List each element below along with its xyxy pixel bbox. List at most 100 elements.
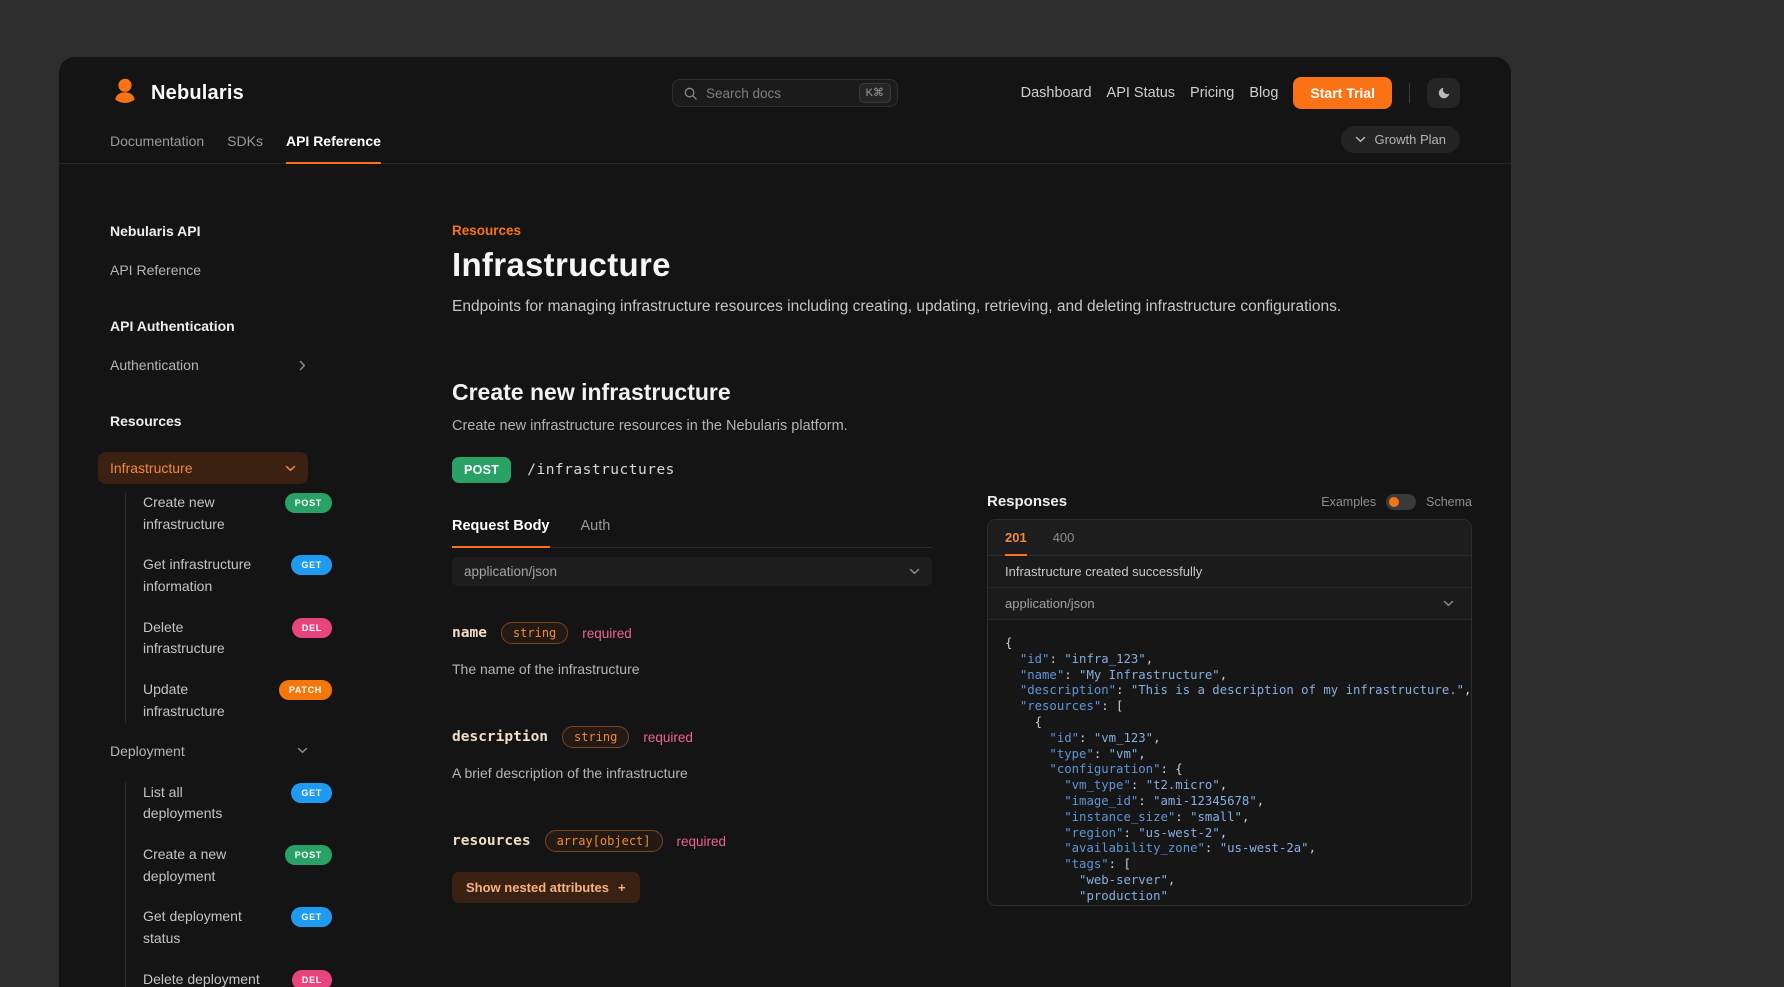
chevron-down-icon — [285, 465, 296, 472]
sidebar: Nebularis API API Reference API Authentica… — [110, 223, 368, 987]
toggle-knob — [1389, 497, 1399, 507]
chevron-down-icon — [297, 747, 308, 754]
sidebar-subitem-update-infrastructure[interactable]: Update infrastructure PATCH — [143, 679, 332, 722]
field-name: name — [452, 625, 487, 641]
search-icon — [684, 87, 697, 100]
field-required-badge: required — [582, 626, 632, 641]
doc-tabs: Documentation SDKs API Reference — [110, 133, 381, 163]
sidebar-subitems-infrastructure: Create new infrastructure POST Get infrast… — [125, 492, 332, 723]
page-title: Infrastructure — [452, 246, 1472, 284]
sidebar-group-nebularis-api: Nebularis API API Reference — [110, 223, 368, 278]
method-badge-post: POST — [452, 457, 511, 483]
response-content-type-select[interactable]: application/json — [988, 588, 1471, 620]
theme-toggle-button[interactable] — [1427, 78, 1460, 108]
sidebar-subitem-delete-infrastructure[interactable]: Delete infrastructure DEL — [143, 617, 332, 660]
tab-auth[interactable]: Auth — [581, 518, 611, 547]
method-badge-del: DEL — [292, 970, 332, 987]
request-tabs: Request Body Auth — [452, 518, 932, 548]
response-message: Infrastructure created successfully — [988, 556, 1471, 588]
show-nested-attributes-button[interactable]: Show nested attributes+ — [452, 872, 640, 903]
moon-icon — [1437, 86, 1451, 100]
header-nav: Dashboard API Status Pricing Blog — [1021, 85, 1279, 101]
tab-request-body[interactable]: Request Body — [452, 518, 550, 548]
method-badge-post: POST — [285, 845, 332, 865]
status-tab-400[interactable]: 400 — [1053, 520, 1075, 555]
field-name: description — [452, 729, 548, 745]
sidebar-subitem-create-a-new-deployment[interactable]: Create a new deployment POST — [143, 844, 332, 887]
field-type-badge: array[object] — [545, 830, 663, 852]
field-name: name string required The name of the infras… — [452, 622, 932, 677]
sidebar-subitem-delete-deployment[interactable]: Delete deployment DEL — [143, 969, 332, 987]
sidebar-item-infrastructure[interactable]: Infrastructure — [98, 452, 308, 484]
sidebar-subitem-label: Get deployment status — [143, 906, 261, 949]
field-description: descriptionstringrequiredA brief descrip… — [452, 726, 932, 781]
sidebar-item-api-reference[interactable]: API Reference — [110, 262, 308, 278]
sidebar-heading: Nebularis API — [110, 223, 368, 239]
status-tab-201[interactable]: 201 — [1005, 520, 1027, 556]
sidebar-item-label: Deployment — [110, 743, 185, 759]
sidebar-subitem-list-all-deployments[interactable]: List all deploymentsGET — [143, 782, 332, 825]
field-head: name string required — [452, 622, 932, 644]
field-resources: resourcesarray[object]requiredShow neste… — [452, 830, 932, 903]
field-description: A brief description of the infrastructur… — [452, 765, 932, 781]
nav-link-blog[interactable]: Blog — [1249, 85, 1278, 101]
content-type-select[interactable]: application/json — [452, 557, 932, 586]
sidebar-heading: Resources — [110, 413, 368, 429]
sidebar-subitem-get-infrastructure-information[interactable]: Get infrastructure informationGET — [143, 554, 332, 597]
chevron-down-icon — [1443, 600, 1454, 607]
sidebar-subitem-label: Delete infrastructure — [143, 617, 261, 660]
field-required-badge: required — [643, 730, 693, 745]
responses-heading: Responses — [987, 493, 1067, 510]
examples-schema-toggle[interactable] — [1386, 494, 1416, 510]
method-badge-patch: PATCH — [279, 680, 332, 700]
sidebar-item-label: API Reference — [110, 262, 201, 278]
nav-link-pricing[interactable]: Pricing — [1190, 85, 1234, 101]
endpoint-title: Create new infrastructure — [452, 379, 932, 406]
main-content: Resources Infrastructure Endpoints for m… — [368, 223, 1472, 987]
status-tabs: 201 400 — [988, 520, 1471, 556]
sidebar-subitem-label: Create a new deployment — [143, 844, 261, 887]
start-trial-button[interactable]: Start Trial — [1293, 77, 1392, 109]
sidebar-subitem-get-deployment-status[interactable]: Get deployment status GET — [143, 906, 332, 949]
nav-link-api-status[interactable]: API Status — [1107, 85, 1176, 101]
response-panel: 201 400 Infrastructure created successful… — [987, 519, 1472, 906]
endpoint-path: /infrastructures — [527, 462, 675, 478]
sidebar-subitem-label: Update infrastructure — [143, 679, 261, 722]
chevron-right-icon — [297, 362, 308, 369]
chevron-down-icon — [909, 568, 920, 575]
tab-sdks[interactable]: SDKs — [227, 133, 263, 163]
tab-documentation[interactable]: Documentation — [110, 133, 204, 163]
sidebar-subitem-label: Create new infrastructure — [143, 492, 261, 535]
sidebar-subitem-label: Delete deployment — [143, 969, 260, 987]
sidebar-subitem-label: Get infrastructure information — [143, 554, 261, 597]
brand[interactable]: Nebularis — [110, 76, 672, 111]
schema-label: Schema — [1426, 495, 1472, 509]
brand-name: Nebularis — [151, 82, 244, 105]
sidebar-item-deployment[interactable]: Deployment — [110, 743, 308, 759]
tab-api-reference[interactable]: API Reference — [286, 133, 381, 164]
sidebar-group-api-authentication: API AuthenticationAuthentication — [110, 318, 368, 373]
nav-link-dashboard[interactable]: Dashboard — [1021, 85, 1092, 101]
search-input[interactable]: Search docs K⌘ — [672, 79, 898, 107]
nebularis-logo-icon — [110, 76, 140, 111]
search-shortcut-badge: K⌘ — [859, 83, 891, 103]
sidebar-item-label: Authentication — [110, 357, 199, 373]
sidebar-subitem-create-new-infrastructure[interactable]: Create new infrastructure POST — [143, 492, 332, 535]
app-window: Nebularis Search docs K⌘ Dashboard API St… — [59, 57, 1511, 987]
request-fields: name string required The name of the infras… — [452, 622, 932, 903]
method-badge-post: POST — [285, 493, 332, 513]
breadcrumb: Resources — [452, 223, 1472, 238]
sidebar-item-authentication[interactable]: Authentication — [110, 357, 308, 373]
plan-selector[interactable]: Growth Plan — [1341, 126, 1460, 153]
sidebar-subitem-label: List all deployments — [143, 782, 261, 825]
method-badge-del: DEL — [292, 618, 332, 638]
responses-section: Responses Examples Schema 201400 Infrast… — [987, 379, 1472, 906]
header-divider — [1409, 83, 1410, 103]
field-type-badge: string — [501, 622, 568, 644]
content-type-value: application/json — [464, 564, 557, 579]
search-placeholder: Search docs — [706, 86, 850, 101]
sidebar-item-label: Infrastructure — [110, 460, 192, 476]
method-badge-get: GET — [291, 907, 332, 927]
field-description: The name of the infrastructure — [452, 661, 932, 677]
field-required-badge: required — [677, 834, 727, 849]
